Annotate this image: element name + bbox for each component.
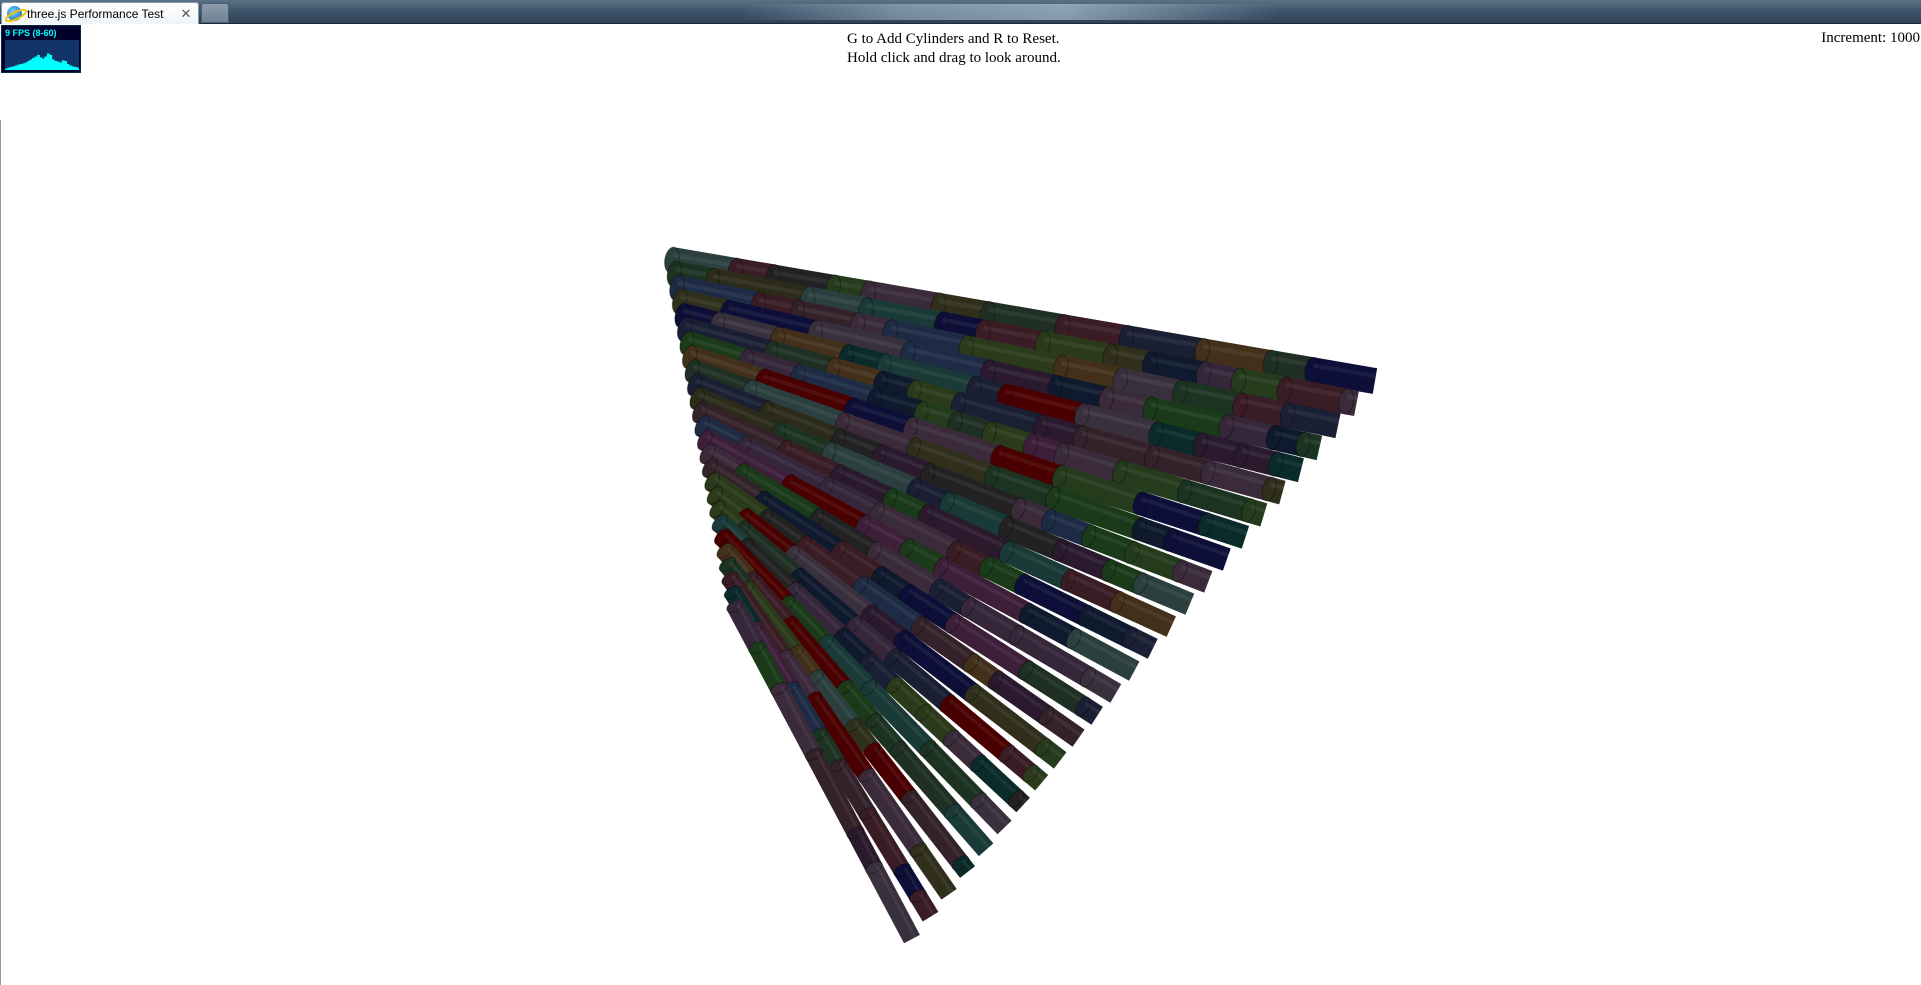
instructions: G to Add Cylinders and R to Reset. Hold … <box>847 30 1107 68</box>
threejs-canvas[interactable] <box>0 24 1921 985</box>
fps-graph-bar <box>17 64 21 70</box>
fps-graph-bar <box>56 61 60 70</box>
fps-graph <box>5 40 79 70</box>
fps-graph-bar <box>37 55 40 70</box>
fps-graph-bar <box>5 68 8 70</box>
instructions-line-2: Hold click and drag to look around. <box>847 50 1061 66</box>
fps-graph-bar <box>71 66 75 70</box>
fps-graph-bar <box>29 59 33 70</box>
fps-graph-bar <box>32 58 35 70</box>
fps-graph-bar <box>24 62 28 70</box>
fps-graph-bar <box>46 53 50 70</box>
tab-bar-highlight <box>740 4 1280 20</box>
tab-close-icon[interactable]: ✕ <box>177 5 195 23</box>
fps-graph-bar <box>22 63 26 70</box>
fps-graph-bar <box>39 57 43 70</box>
fps-graph-bar <box>66 64 70 70</box>
fps-graph-bar <box>27 61 30 70</box>
fps-graph-bar <box>42 58 45 70</box>
fps-graph-bar <box>44 56 48 70</box>
fps-graph-bar <box>74 67 77 70</box>
fps-graph-bar <box>14 65 18 70</box>
page-viewport: 9 FPS (8-60) G to Add Cylinders and R to… <box>0 24 1921 985</box>
fps-graph-bar <box>54 61 58 70</box>
fps-graph-bar <box>76 67 79 70</box>
fps-graph-bar <box>64 61 67 70</box>
fps-stats-panel[interactable]: 9 FPS (8-60) <box>1 25 81 73</box>
cylinder-cluster <box>664 246 1378 944</box>
fps-graph-bar <box>51 59 55 70</box>
fps-graph-bar <box>34 56 38 70</box>
fps-graph-bar <box>12 66 16 70</box>
instructions-line-1: G to Add Cylinders and R to Reset. <box>847 31 1060 47</box>
fps-label: 9 FPS (8-60) <box>5 28 57 38</box>
increment-label: Increment: 1000 <box>1821 30 1920 46</box>
new-tab-button[interactable] <box>201 3 229 23</box>
ie-logo-icon <box>7 6 22 21</box>
fps-graph-bar <box>9 67 13 70</box>
fps-graph-bar <box>61 60 65 70</box>
fps-graph-bar <box>69 65 72 70</box>
tab-title: three.js Performance Test <box>27 6 164 21</box>
browser-tab-bar: three.js Performance Test ✕ <box>0 0 1921 24</box>
fps-graph-bar <box>7 67 11 70</box>
fps-graph-bar <box>19 64 23 70</box>
fps-graph-bar <box>49 55 53 70</box>
page-left-border <box>0 120 1 985</box>
browser-tab-active[interactable]: three.js Performance Test ✕ <box>1 2 199 24</box>
fps-graph-bar <box>59 62 63 70</box>
